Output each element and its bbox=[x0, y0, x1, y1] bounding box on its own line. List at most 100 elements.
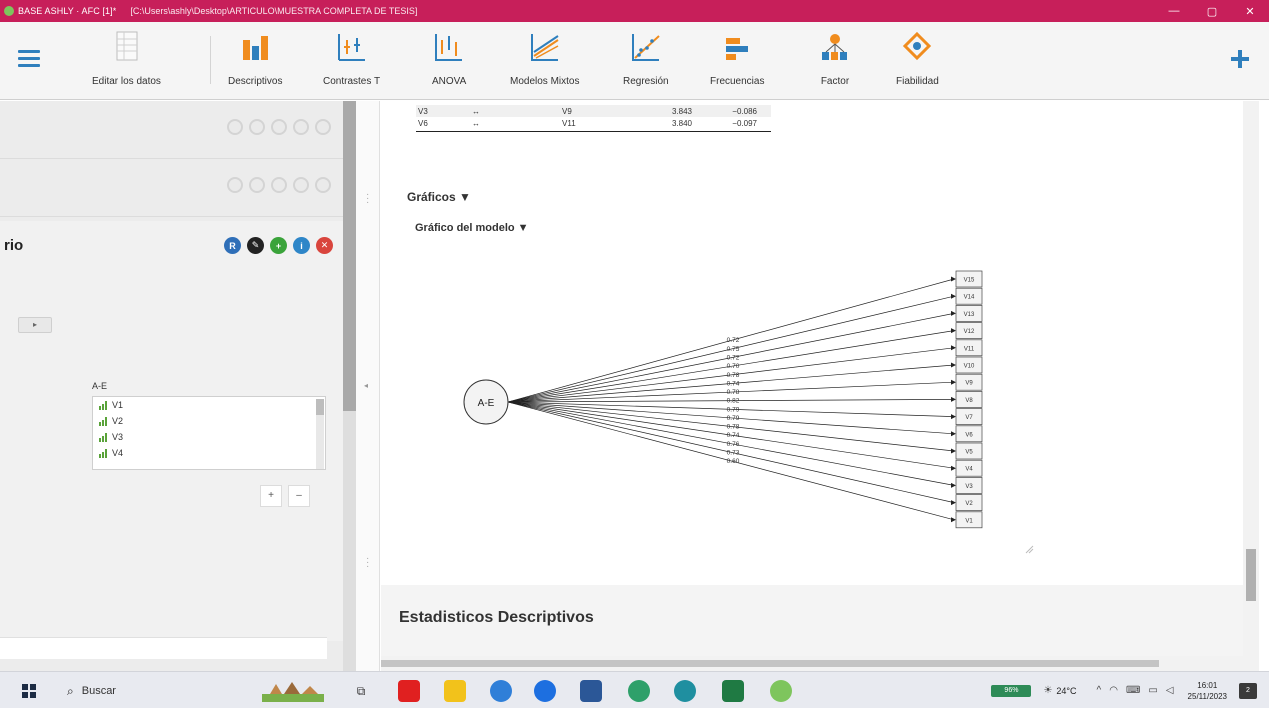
options-panel: rio R ✎ + i ✕ ▸ A-E V1 V2 V3 V4 + – bbox=[0, 101, 343, 671]
volume-icon[interactable]: ◁ bbox=[1166, 685, 1174, 696]
clock[interactable]: 16:01 25/11/2023 bbox=[1188, 680, 1227, 702]
list-item[interactable]: V2 bbox=[93, 413, 325, 429]
jamovi-app-icon[interactable] bbox=[770, 680, 792, 702]
add-module-icon[interactable] bbox=[1229, 48, 1251, 70]
resize-handle-icon[interactable] bbox=[1024, 544, 1034, 554]
duplicate-icon[interactable]: + bbox=[270, 237, 287, 254]
word-icon[interactable] bbox=[580, 680, 602, 702]
indicator-label: V2 bbox=[965, 501, 973, 507]
table-cell: V3 bbox=[418, 106, 428, 116]
ribbon-mixed-models-button[interactable]: Modelos Mixtos bbox=[510, 30, 579, 92]
reliability-icon bbox=[903, 31, 932, 61]
spreadsheet-icon bbox=[116, 31, 138, 61]
battery-badge[interactable]: 96% bbox=[991, 684, 1032, 697]
clock-date: 25/11/2023 bbox=[1187, 691, 1227, 701]
status-dots bbox=[227, 119, 331, 135]
task-view-icon[interactable]: ⧉ bbox=[350, 680, 372, 702]
descriptives-title[interactable]: Estadisticos Descriptivos bbox=[399, 609, 594, 627]
edge-browser-icon[interactable] bbox=[490, 680, 512, 702]
battery-icon[interactable]: ▭ bbox=[1148, 685, 1157, 696]
collapsed-analysis-row[interactable] bbox=[0, 159, 343, 217]
status-dot bbox=[227, 177, 243, 193]
options-scrollbar[interactable] bbox=[343, 101, 356, 671]
ribbon-reliability-button[interactable]: Fiabilidad bbox=[896, 30, 939, 92]
loading-value: 0.72 bbox=[727, 337, 740, 344]
plots-section-header[interactable]: Gráficos ▼ bbox=[407, 190, 471, 204]
status-dot bbox=[293, 177, 309, 193]
options-footer-field bbox=[0, 637, 327, 659]
indicator-label: V10 bbox=[964, 364, 975, 370]
chevron-up-icon[interactable]: ^ bbox=[1097, 685, 1102, 696]
ribbon-anova-button[interactable]: ANOVA bbox=[432, 30, 466, 92]
weather-icon[interactable]: ☀ bbox=[1043, 685, 1052, 696]
youtube-icon[interactable] bbox=[398, 680, 420, 702]
close-analysis-icon[interactable]: ✕ bbox=[316, 237, 333, 254]
notifications-icon[interactable]: 2 bbox=[1239, 682, 1257, 699]
list-item[interactable]: V3 bbox=[93, 429, 325, 445]
move-variable-button[interactable]: ▸ bbox=[18, 317, 52, 333]
table-cell: ↔ bbox=[472, 118, 480, 128]
table-cell: 3.840 bbox=[671, 118, 692, 128]
table-cell: V11 bbox=[562, 118, 576, 128]
collapsed-analysis-row[interactable] bbox=[0, 101, 343, 159]
ribbon-frequencies-button[interactable]: Frecuencias bbox=[710, 30, 764, 92]
excel-icon[interactable] bbox=[722, 680, 744, 702]
maximize-button[interactable]: ▢ bbox=[1193, 0, 1231, 22]
edge-alt-icon[interactable] bbox=[674, 680, 696, 702]
menu-icon[interactable] bbox=[18, 50, 40, 68]
list-item[interactable]: V1 bbox=[93, 397, 325, 413]
chrome-icon[interactable] bbox=[628, 680, 650, 702]
ribbon-descriptives-button[interactable]: Descriptivos bbox=[228, 30, 282, 92]
remove-factor-button[interactable]: – bbox=[288, 485, 310, 507]
add-factor-button[interactable]: + bbox=[260, 485, 282, 507]
ribbon-regression-button[interactable]: Regresión bbox=[623, 30, 669, 92]
regression-icon bbox=[631, 34, 660, 61]
r-syntax-icon[interactable]: R bbox=[224, 237, 241, 254]
file-explorer-icon[interactable] bbox=[444, 680, 466, 702]
network-icon[interactable]: ◠ bbox=[1109, 685, 1118, 696]
ribbon-edit-data-button[interactable]: Editar los datos bbox=[92, 30, 161, 92]
status-dot bbox=[315, 119, 331, 135]
list-item[interactable]: V4 bbox=[93, 445, 325, 461]
clock-time: 16:01 bbox=[1197, 680, 1218, 690]
minimize-button[interactable]: — bbox=[1155, 0, 1193, 22]
panel-splitter[interactable]: · · · ◂ · · · bbox=[356, 101, 380, 671]
loading-value: 0.73 bbox=[727, 450, 740, 457]
indicator-label: V11 bbox=[964, 346, 975, 352]
list-scrollbar[interactable] bbox=[316, 399, 324, 469]
model-plot-header[interactable]: Gráfico del modelo ▼ bbox=[415, 222, 529, 234]
indicator-label: V1 bbox=[965, 518, 973, 524]
edit-icon[interactable]: ✎ bbox=[247, 237, 264, 254]
info-icon[interactable]: i bbox=[293, 237, 310, 254]
indicator-label: V5 bbox=[965, 450, 973, 456]
arrow-head bbox=[951, 431, 956, 437]
ribbon-t-tests-button[interactable]: Contrastes T bbox=[323, 30, 380, 92]
factor-name-label[interactable]: A-E bbox=[92, 381, 107, 391]
search-highlight-illustration-icon bbox=[262, 682, 324, 702]
windows-start-icon[interactable] bbox=[22, 684, 36, 698]
table-cell: V6 bbox=[418, 118, 428, 128]
facebook-icon[interactable] bbox=[534, 680, 556, 702]
factor-add-remove: + – bbox=[260, 485, 310, 507]
ribbon-label: Contrastes T bbox=[323, 76, 381, 87]
factor-variable-list[interactable]: V1 V2 V3 V4 bbox=[92, 396, 326, 470]
loading-value: 0.79 bbox=[727, 415, 740, 422]
window-title: BASE ASHLY · AFC [1]* bbox=[18, 6, 117, 16]
table-cell: V9 bbox=[562, 106, 572, 116]
window-controls: — ▢ ✕ bbox=[1155, 0, 1269, 22]
ordinal-variable-icon bbox=[99, 416, 107, 426]
ribbon-label: Editar los datos bbox=[92, 76, 161, 87]
indicator-boxes: V15 V14 V13 V12 V11 V10 V9 V8 V7 V6 V5 V4 V3 V2 V1 bbox=[955, 270, 983, 529]
close-button[interactable]: ✕ bbox=[1231, 0, 1269, 22]
indicator-label: V3 bbox=[965, 484, 973, 490]
taskbar-search-input[interactable]: ⌕ Buscar bbox=[55, 678, 255, 704]
analysis-actions: R ✎ + i ✕ bbox=[224, 237, 333, 254]
ribbon-factor-button[interactable]: Factor bbox=[818, 30, 852, 92]
results-scrollbar[interactable] bbox=[1243, 101, 1259, 656]
descriptives-section: Estadisticos Descriptivos bbox=[381, 585, 1243, 656]
collapse-arrow-icon[interactable]: ◂ bbox=[364, 381, 368, 390]
loading-value: 0.72 bbox=[727, 355, 740, 362]
ribbon-label: Regresión bbox=[623, 76, 669, 87]
language-icon[interactable]: ⌨ bbox=[1126, 685, 1140, 696]
results-horizontal-scrollbar[interactable] bbox=[381, 656, 1259, 671]
